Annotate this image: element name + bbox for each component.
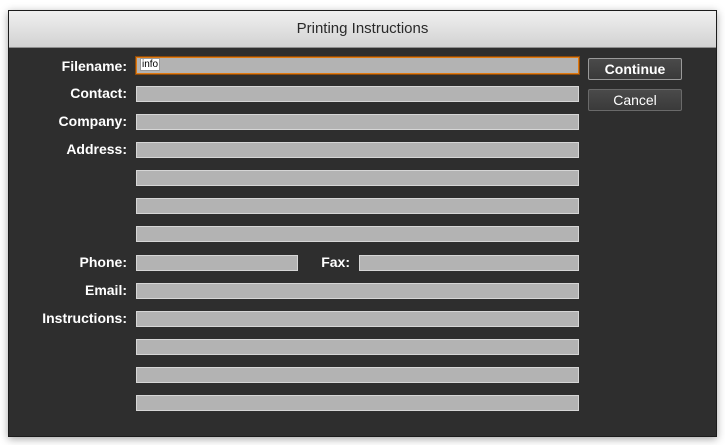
company-label: Company: xyxy=(58,113,127,129)
filename-label: Filename: xyxy=(61,58,127,74)
contact-label: Contact: xyxy=(70,85,127,101)
filename-value: info xyxy=(140,58,161,71)
instructions-field-2[interactable] xyxy=(136,339,579,355)
address-field-1[interactable] xyxy=(136,142,579,158)
contact-field[interactable] xyxy=(136,86,579,102)
email-label: Email: xyxy=(84,282,127,298)
fax-field[interactable] xyxy=(359,255,579,271)
phone-field[interactable] xyxy=(136,255,298,271)
address-field-2[interactable] xyxy=(136,170,579,186)
instructions-field-1[interactable] xyxy=(136,311,579,327)
email-field[interactable] xyxy=(136,283,579,299)
address-field-3[interactable] xyxy=(136,198,579,214)
address-label: Address: xyxy=(66,141,127,157)
fax-label: Fax: xyxy=(321,254,350,270)
instructions-field-4[interactable] xyxy=(136,395,579,411)
instructions-label: Instructions: xyxy=(42,310,127,326)
cancel-button[interactable]: Cancel xyxy=(588,89,682,111)
phone-label: Phone: xyxy=(79,254,127,270)
instructions-field-3[interactable] xyxy=(136,367,579,383)
continue-button[interactable]: Continue xyxy=(588,58,682,80)
filename-field[interactable]: info xyxy=(136,57,579,74)
address-field-4[interactable] xyxy=(136,226,579,242)
dialog-title: Printing Instructions xyxy=(9,11,716,48)
company-field[interactable] xyxy=(136,114,579,130)
